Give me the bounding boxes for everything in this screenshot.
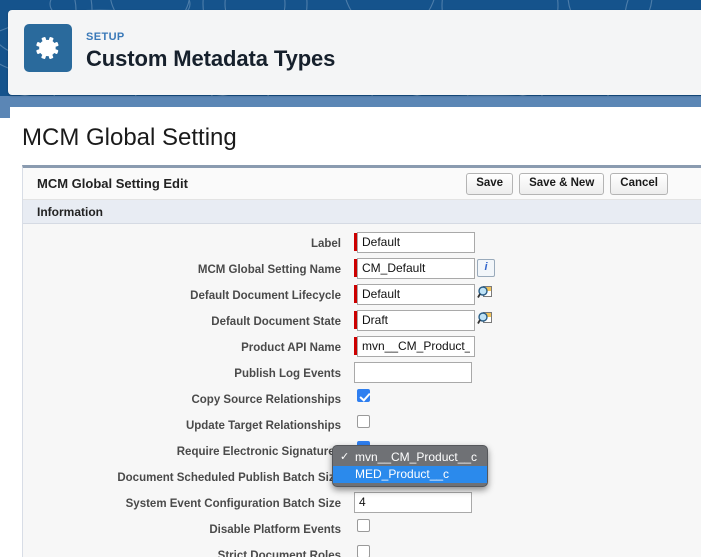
lookup-icon[interactable]	[477, 311, 493, 327]
dropdown-option-0[interactable]: ✓ mvn__CM_Product__c	[333, 449, 487, 466]
setup-eyebrow: SETUP	[86, 31, 125, 43]
information-section-bar: Information	[23, 200, 701, 224]
form-row: Update Target Relationships	[23, 412, 701, 438]
form-row: Product API Name	[23, 334, 701, 360]
cancel-button[interactable]: Cancel	[610, 173, 668, 195]
text-input[interactable]	[357, 258, 475, 279]
field-label: Strict Document Roles	[51, 546, 341, 557]
field-label: Update Target Relationships	[51, 416, 341, 436]
dropdown-option-label: mvn__CM_Product__c	[355, 450, 477, 464]
text-input[interactable]	[357, 284, 475, 305]
checkbox[interactable]	[357, 389, 370, 402]
panel-title: MCM Global Setting Edit	[37, 176, 188, 191]
form-row: System Event Configuration Batch Size	[23, 490, 701, 516]
page-title: MCM Global Setting	[22, 124, 237, 152]
save-button[interactable]: Save	[466, 173, 513, 195]
field-label: Default Document Lifecycle	[51, 286, 341, 306]
panel-header: MCM Global Setting Edit Save Save & New …	[23, 168, 701, 200]
information-section-title: Information	[37, 205, 103, 219]
field-label: Default Document State	[51, 312, 341, 332]
text-input[interactable]	[354, 362, 472, 383]
text-input[interactable]	[354, 492, 472, 513]
panel-button-row: Save Save & New Cancel	[466, 173, 668, 195]
checkbox[interactable]	[357, 545, 370, 557]
dropdown-option-label: MED_Product__c	[355, 467, 449, 481]
checkbox[interactable]	[357, 415, 370, 428]
text-input[interactable]	[357, 336, 475, 357]
text-input[interactable]	[357, 232, 475, 253]
setup-page-title: Custom Metadata Types	[86, 46, 335, 72]
form-row: Publish Log Events	[23, 360, 701, 386]
form-row: Label	[23, 230, 701, 256]
form-row: MCM Global Setting Name i	[23, 256, 701, 282]
form-row: Disable Platform Events	[23, 516, 701, 542]
form-row: Copy Source Relationships	[23, 386, 701, 412]
page-root: SETUP Custom Metadata Types MCM Global S…	[0, 0, 701, 557]
field-label: MCM Global Setting Name	[51, 260, 341, 280]
product-api-name-dropdown[interactable]: ✓ mvn__CM_Product__c MED_Product__c	[332, 445, 488, 487]
setup-header-card: SETUP Custom Metadata Types	[8, 10, 701, 95]
checkbox[interactable]	[357, 519, 370, 532]
field-label: System Event Configuration Batch Size	[51, 494, 341, 514]
form-row: Default Document State	[23, 308, 701, 334]
form-row: Default Document Lifecycle	[23, 282, 701, 308]
dropdown-option-1[interactable]: MED_Product__c	[333, 466, 487, 483]
form-row: Strict Document Roles	[23, 542, 701, 557]
info-icon[interactable]: i	[477, 259, 495, 277]
content-sheet: MCM Global Setting MCM Global Setting Ed…	[10, 107, 701, 557]
field-label: Product API Name	[51, 338, 341, 358]
field-label: Copy Source Relationships	[51, 390, 341, 410]
field-label: Label	[51, 234, 341, 254]
text-input[interactable]	[357, 310, 475, 331]
edit-panel: MCM Global Setting Edit Save Save & New …	[22, 165, 701, 557]
save-and-new-button[interactable]: Save & New	[519, 173, 604, 195]
lookup-icon[interactable]	[477, 285, 493, 301]
field-label: Publish Log Events	[51, 364, 341, 384]
form-field-list: Label MCM Global Setting Name i Default Doc…	[23, 224, 701, 557]
check-icon: ✓	[340, 449, 349, 466]
field-label: Document Scheduled Publish Batch Size	[51, 468, 341, 488]
gear-icon	[24, 24, 72, 72]
field-label: Require Electronic Signatures	[51, 442, 341, 462]
field-label: Disable Platform Events	[51, 520, 341, 540]
